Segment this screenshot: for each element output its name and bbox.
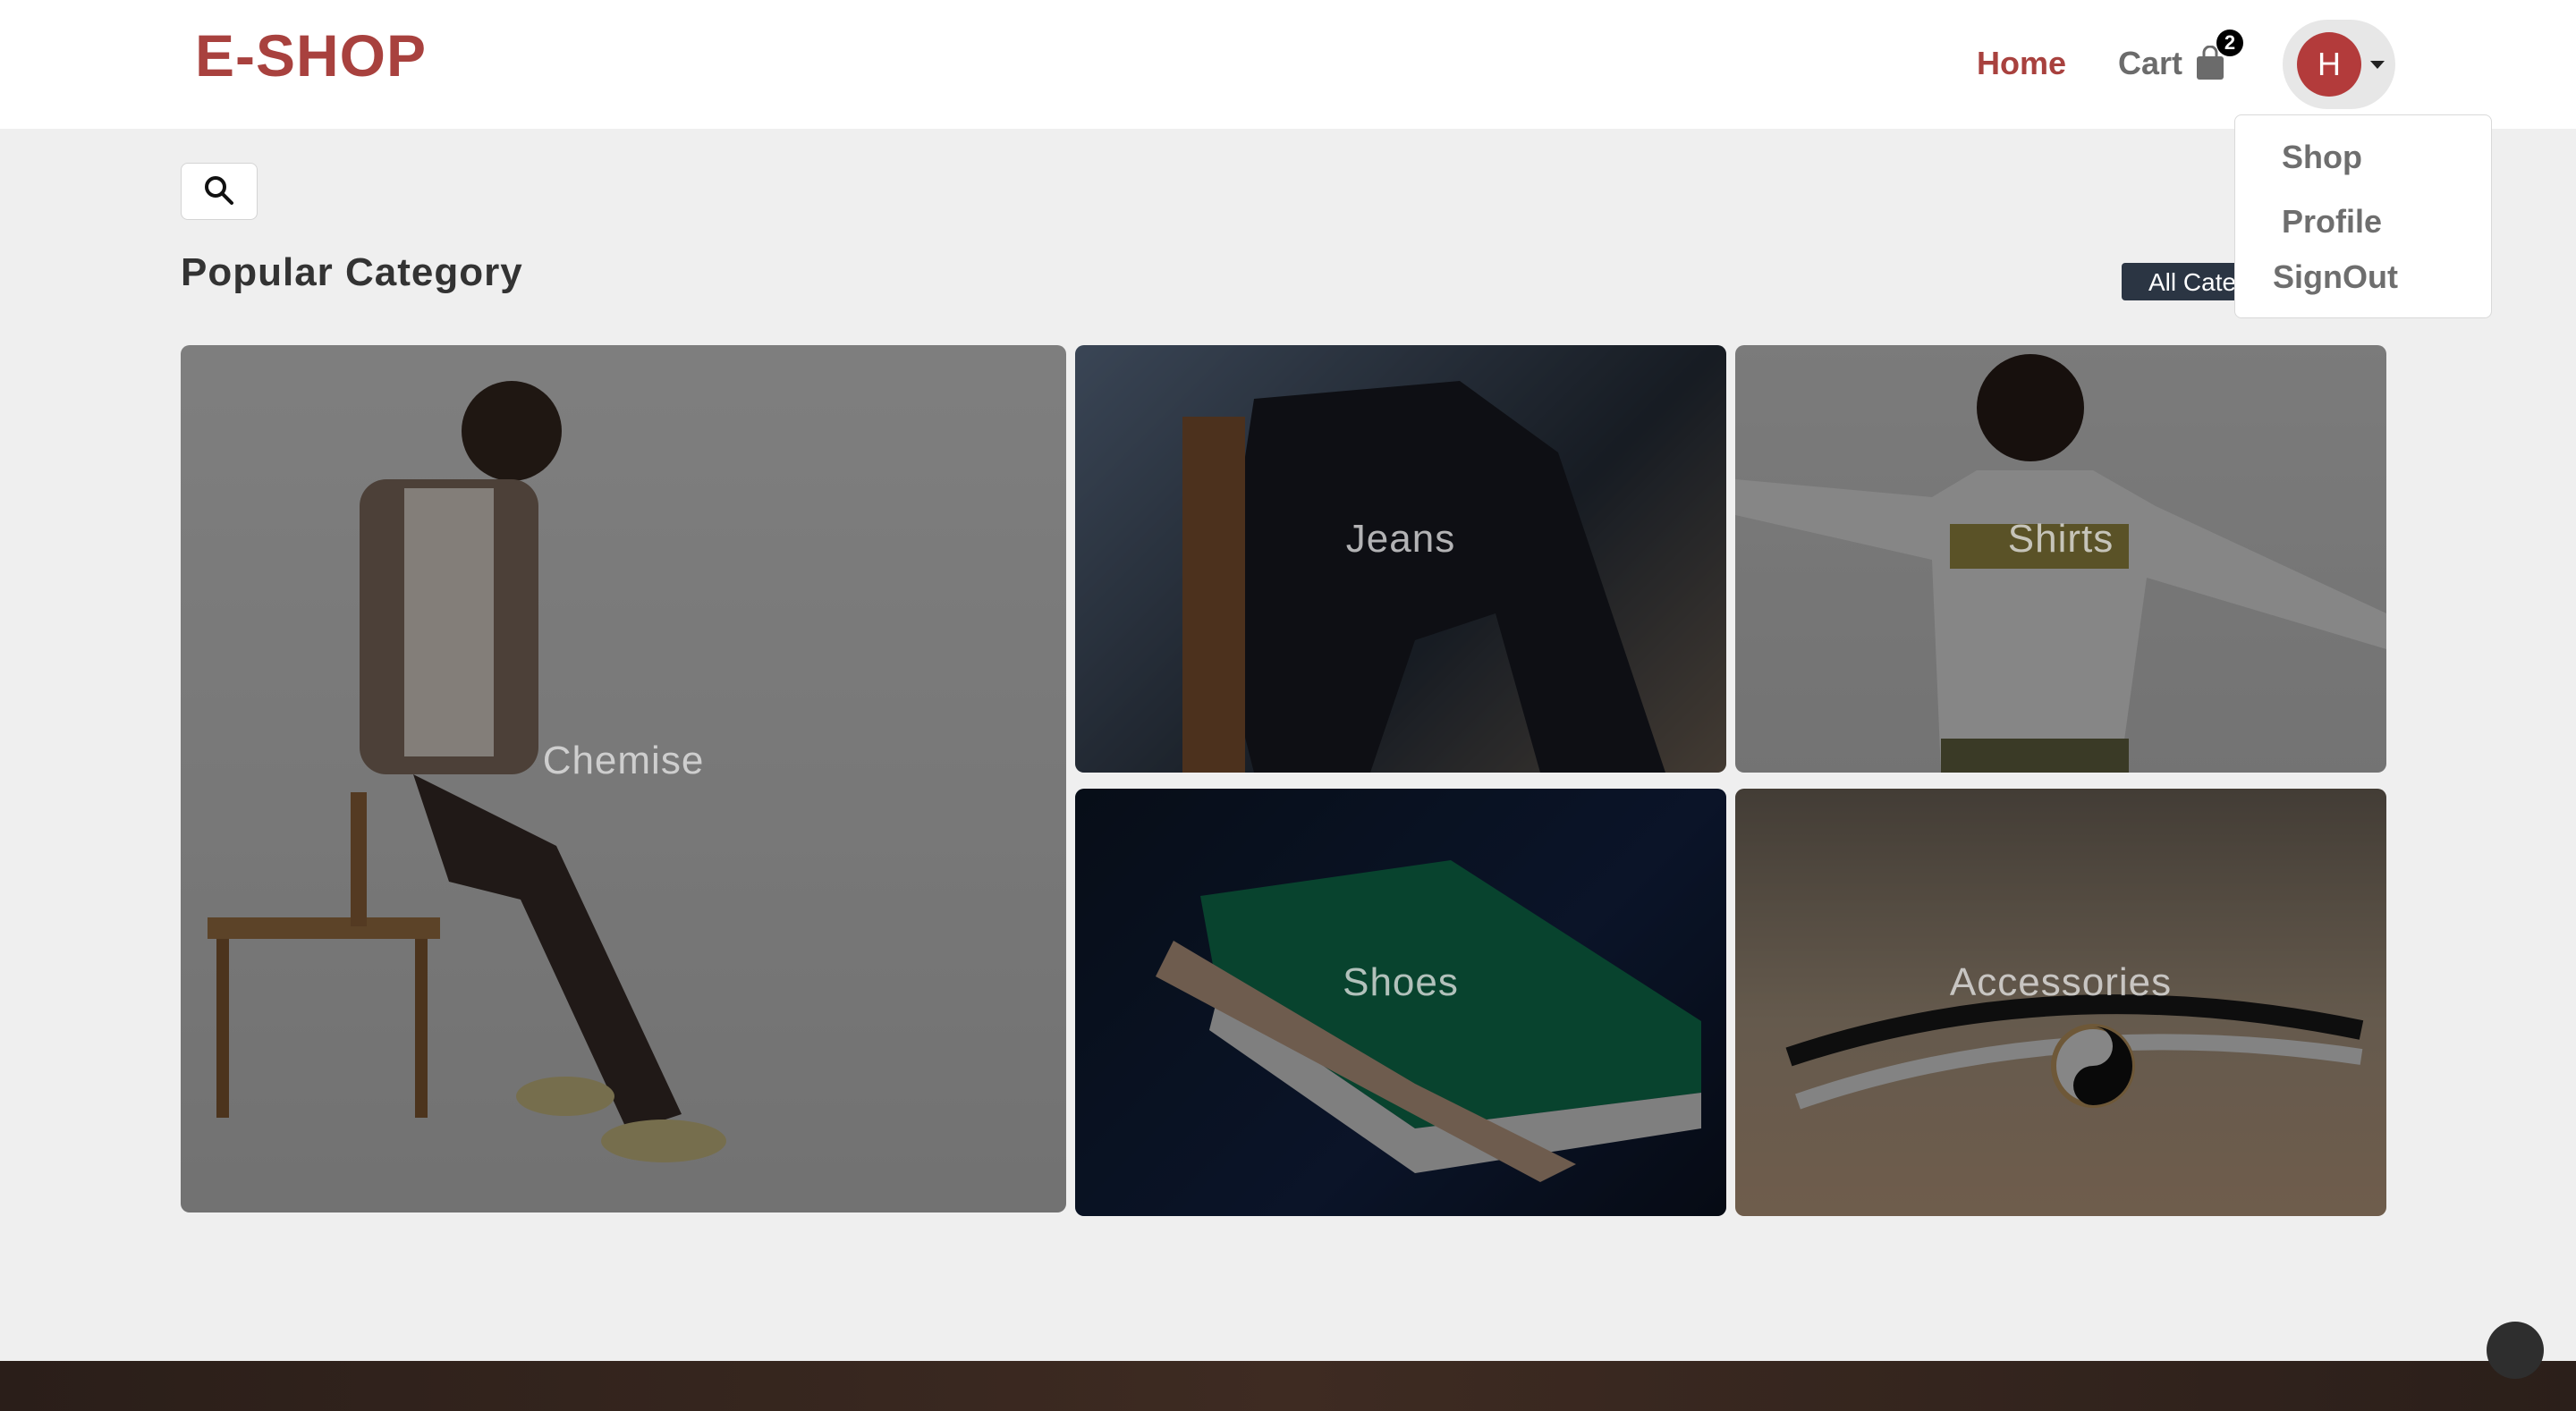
- nav-home-link[interactable]: Home: [1977, 45, 2066, 82]
- category-label-chemise: Chemise: [542, 739, 705, 782]
- scroll-to-top-button[interactable]: [2487, 1322, 2544, 1379]
- category-card-shirts[interactable]: Shirts: [1735, 345, 2386, 773]
- footer-banner: [0, 1361, 2576, 1411]
- user-menu-toggle[interactable]: H: [2283, 20, 2395, 109]
- category-card-accessories[interactable]: Accessories: [1735, 789, 2386, 1216]
- shopping-bag-icon: 2: [2195, 30, 2244, 81]
- avatar: H: [2297, 32, 2361, 97]
- navbar: E-SHOP Home Cart 2 H: [0, 0, 2576, 129]
- all-categories-button[interactable]: All Cate: [2122, 263, 2247, 300]
- category-label-jeans: Jeans: [1345, 517, 1456, 561]
- section-title: Popular Category: [181, 250, 523, 294]
- caret-down-icon: [2370, 60, 2385, 69]
- cart-count-badge: 2: [2216, 30, 2244, 56]
- user-dropdown-menu: Shop Profile SignOut: [2234, 114, 2492, 318]
- category-label-shirts: Shirts: [2007, 517, 2114, 561]
- category-label-shoes: Shoes: [1343, 960, 1459, 1004]
- category-label-accessories: Accessories: [1949, 960, 2173, 1004]
- category-card-shoes[interactable]: Shoes: [1075, 789, 1726, 1216]
- cart-label: Cart: [2118, 45, 2183, 81]
- search-button[interactable]: [181, 163, 258, 220]
- menu-item-profile[interactable]: Profile: [2282, 203, 2382, 241]
- brand-logo[interactable]: E-SHOP: [195, 21, 427, 89]
- nav-cart-link[interactable]: Cart 2: [2118, 30, 2244, 82]
- search-icon: [203, 174, 235, 209]
- menu-item-signout[interactable]: SignOut: [2273, 258, 2398, 296]
- category-card-jeans[interactable]: Jeans: [1075, 345, 1726, 773]
- category-card-chemise[interactable]: Chemise: [181, 345, 1066, 1212]
- menu-item-shop[interactable]: Shop: [2282, 139, 2362, 176]
